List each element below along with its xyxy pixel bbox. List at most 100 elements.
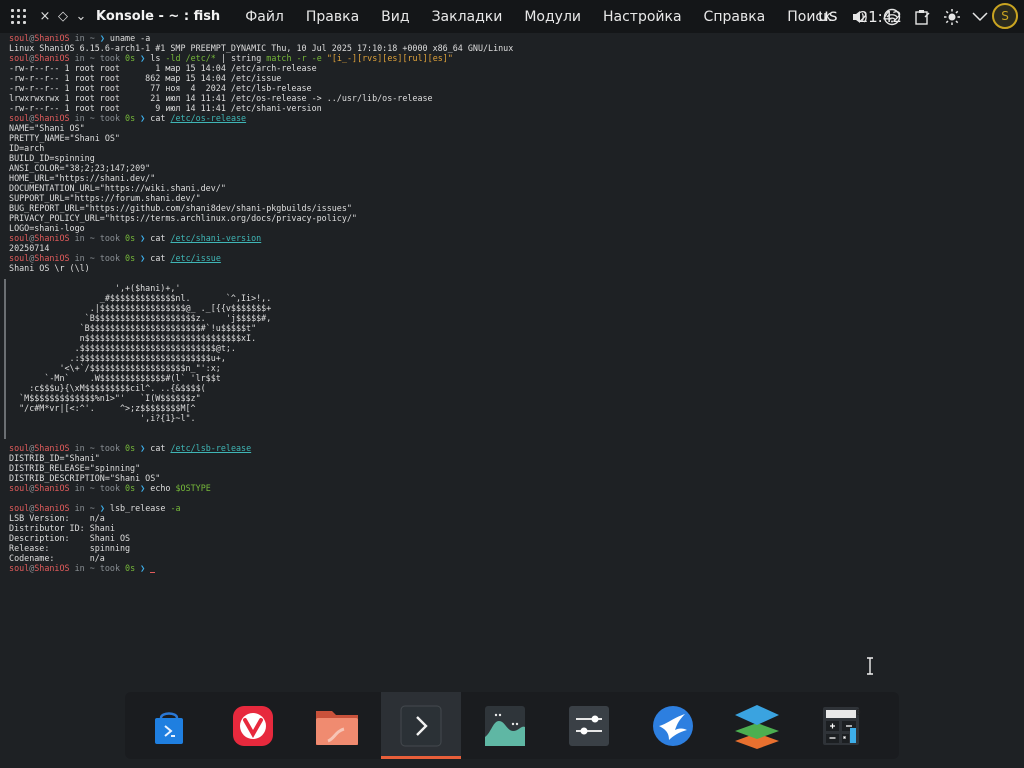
terminal-output-line: ',+($hani)+,' [4,283,513,293]
menu-file[interactable]: Файл [234,9,295,25]
terminal-output-line [4,433,513,443]
dock-item-vivaldi[interactable] [213,692,293,759]
clipboard-icon[interactable] [910,0,934,33]
terminal-output-line: _#$$$$$$$$$$$$$nl. `^,Ii>!,. [4,293,513,303]
app-launcher-icon[interactable] [0,0,36,33]
expand-tray-icon[interactable] [968,0,992,33]
prompt-in: in [69,113,90,123]
bird-icon [653,705,693,746]
menu-edit[interactable]: Правка [295,9,370,25]
terminal-output-line: DOCUMENTATION_URL="https://wiki.shani.de… [4,183,513,193]
prompt-in: in [69,33,90,43]
prompt-user: soul [4,113,30,123]
output-text: `M$$$$$$$$$$$$$%n1>"' `I(W$$$$$$z" [4,393,201,403]
dock-item-calculator[interactable]: 0 [801,692,881,759]
command-token: -ld /etc/* [165,53,216,63]
active-indicator [381,756,461,759]
prompt-arrow: ❯ [94,503,110,513]
prompt-in: in [69,563,90,573]
prompt-duration: 0s [125,113,136,123]
terminal-output-line: SUPPORT_URL="https://forum.shani.dev/" [4,193,513,203]
terminal-output-line: HOME_URL="https://shani.dev/" [4,173,513,183]
menu-view[interactable]: Вид [370,9,420,25]
dock-item-system-monitor[interactable] [465,692,545,759]
prompt-in: in [69,483,90,493]
output-text: DISTRIB_RELEASE="spinning" [4,463,141,473]
dock-item-settings[interactable] [549,692,629,759]
terminal-output-line: `M$$$$$$$$$$$$$%n1>"' `I(W$$$$$$z" [4,393,513,403]
command-token[interactable]: /etc/os-release [170,113,246,123]
terminal-output-line: ',i?{1}~l". [4,413,513,423]
volume-icon[interactable] [848,0,872,33]
prompt-host: ShaniOS [34,233,70,243]
prompt-host: ShaniOS [34,483,70,493]
menu-bookmarks[interactable]: Закладки [421,9,514,25]
output-text: ',+($hani)+,' [4,283,181,293]
command-token: cat [150,113,171,123]
store-icon [155,711,183,744]
output-text: HOME_URL="https://shani.dev/" [4,173,156,183]
top-panel: × ◇ ⌄ Konsole - ~ : fish Файл Правка Вид… [0,0,1024,33]
terminal-output-line: Distributor ID: Shani [4,523,513,533]
window-menu-button[interactable]: ⌄ [72,0,90,33]
dock-item-store[interactable] [129,692,209,759]
output-text: Linux ShaniOS 6.15.6-arch1-1 #1 SMP PREE… [4,43,514,53]
terminal-view[interactable]: soul@ShaniOS in ~ ❯ uname -a Linux Shani… [0,33,1024,768]
terminal-prompt-line: soul@ShaniOS in ~ took 0s ❯ cat /etc/os-… [4,113,513,123]
prompt-user: soul [4,233,30,243]
output-text: -rw-r--r-- 1 root root 77 ноя 4 2024 /et… [4,83,312,93]
terminal-icon [400,705,442,746]
terminal-output-line: Release: spinning [4,543,513,553]
command-token: "[i_-][rvs][es][rul][es]" [326,53,453,63]
user-avatar[interactable]: S [992,3,1018,29]
dock-item-layers[interactable] [717,692,797,759]
prompt-took: took [94,483,126,493]
dock-item-files[interactable] [297,692,377,759]
terminal-output-line: -rw-r--r-- 1 root root 862 мар 15 14:04 … [4,73,513,83]
network-icon[interactable] [880,0,904,33]
command-token: match -r -e [261,53,327,63]
command-token[interactable]: /etc/shani-version [170,233,261,243]
terminal-output-line: ANSI_COLOR="38;2;23;147;209" [4,163,513,173]
prompt-took: took [94,443,126,453]
terminal-output-line: Linux ShaniOS 6.15.6-arch1-1 #1 SMP PREE… [4,43,513,53]
output-text: PRIVACY_POLICY_URL="https://terms.archli… [4,213,357,223]
output-text: LSB Version: n/a [4,513,105,523]
command-token[interactable]: /etc/issue [170,253,220,263]
menu-help[interactable]: Справка [693,9,777,25]
output-text: SUPPORT_URL="https://forum.shani.dev/" [4,193,201,203]
terminal-output-line: BUILD_ID=spinning [4,153,513,163]
output-text: .$$$$$$$$$$$$$$$$$$$$$$$$$$$@t;. [4,343,236,353]
close-window-button[interactable]: × [36,0,54,33]
terminal-output-line [4,493,513,503]
dock-item-web-app[interactable] [633,692,713,759]
prompt-arrow: ❯ [94,33,110,43]
prompt-arrow: ❯ [135,253,151,263]
keyboard-layout-indicator[interactable]: us [818,6,838,26]
prompt-duration: 0s [125,483,136,493]
terminal-output-line: :c$$$u}{\xM$$$$$$$$$cil^. ..{&$$$$( [4,383,513,393]
sliders-icon [569,705,609,746]
prompt-in: in [69,233,90,243]
output-text: -rw-r--r-- 1 root root 1 мар 15 14:04 /e… [4,63,317,73]
menu-settings[interactable]: Настройка [592,9,693,25]
menu-plugins[interactable]: Модули [513,9,592,25]
output-text: ANSI_COLOR="38;2;23;147;209" [4,163,151,173]
prompt-in: in [69,443,90,453]
command-token[interactable]: /etc/lsb-release [170,443,251,453]
output-text: .:$$$$$$$$$$$$$$$$$$$$$$$$$$u+, [4,353,226,363]
dock-item-terminal[interactable] [381,692,461,759]
prompt-took: took [94,113,126,123]
brightness-icon[interactable] [940,0,964,33]
terminal-output-line: `B$$$$$$$$$$$$$$$$$$$$$$#`!u$$$$$t" [4,323,513,333]
terminal-output-line: BUG_REPORT_URL="https://github.com/shani… [4,203,513,213]
output-text: Description: Shani OS [4,533,131,543]
keep-above-button[interactable]: ◇ [54,0,72,33]
terminal-output-line [4,273,513,283]
output-text: `-Mn` .W$$$$$$$$$$$$$#(l` 'lr$$t [4,373,221,383]
command-token: echo [150,483,176,493]
